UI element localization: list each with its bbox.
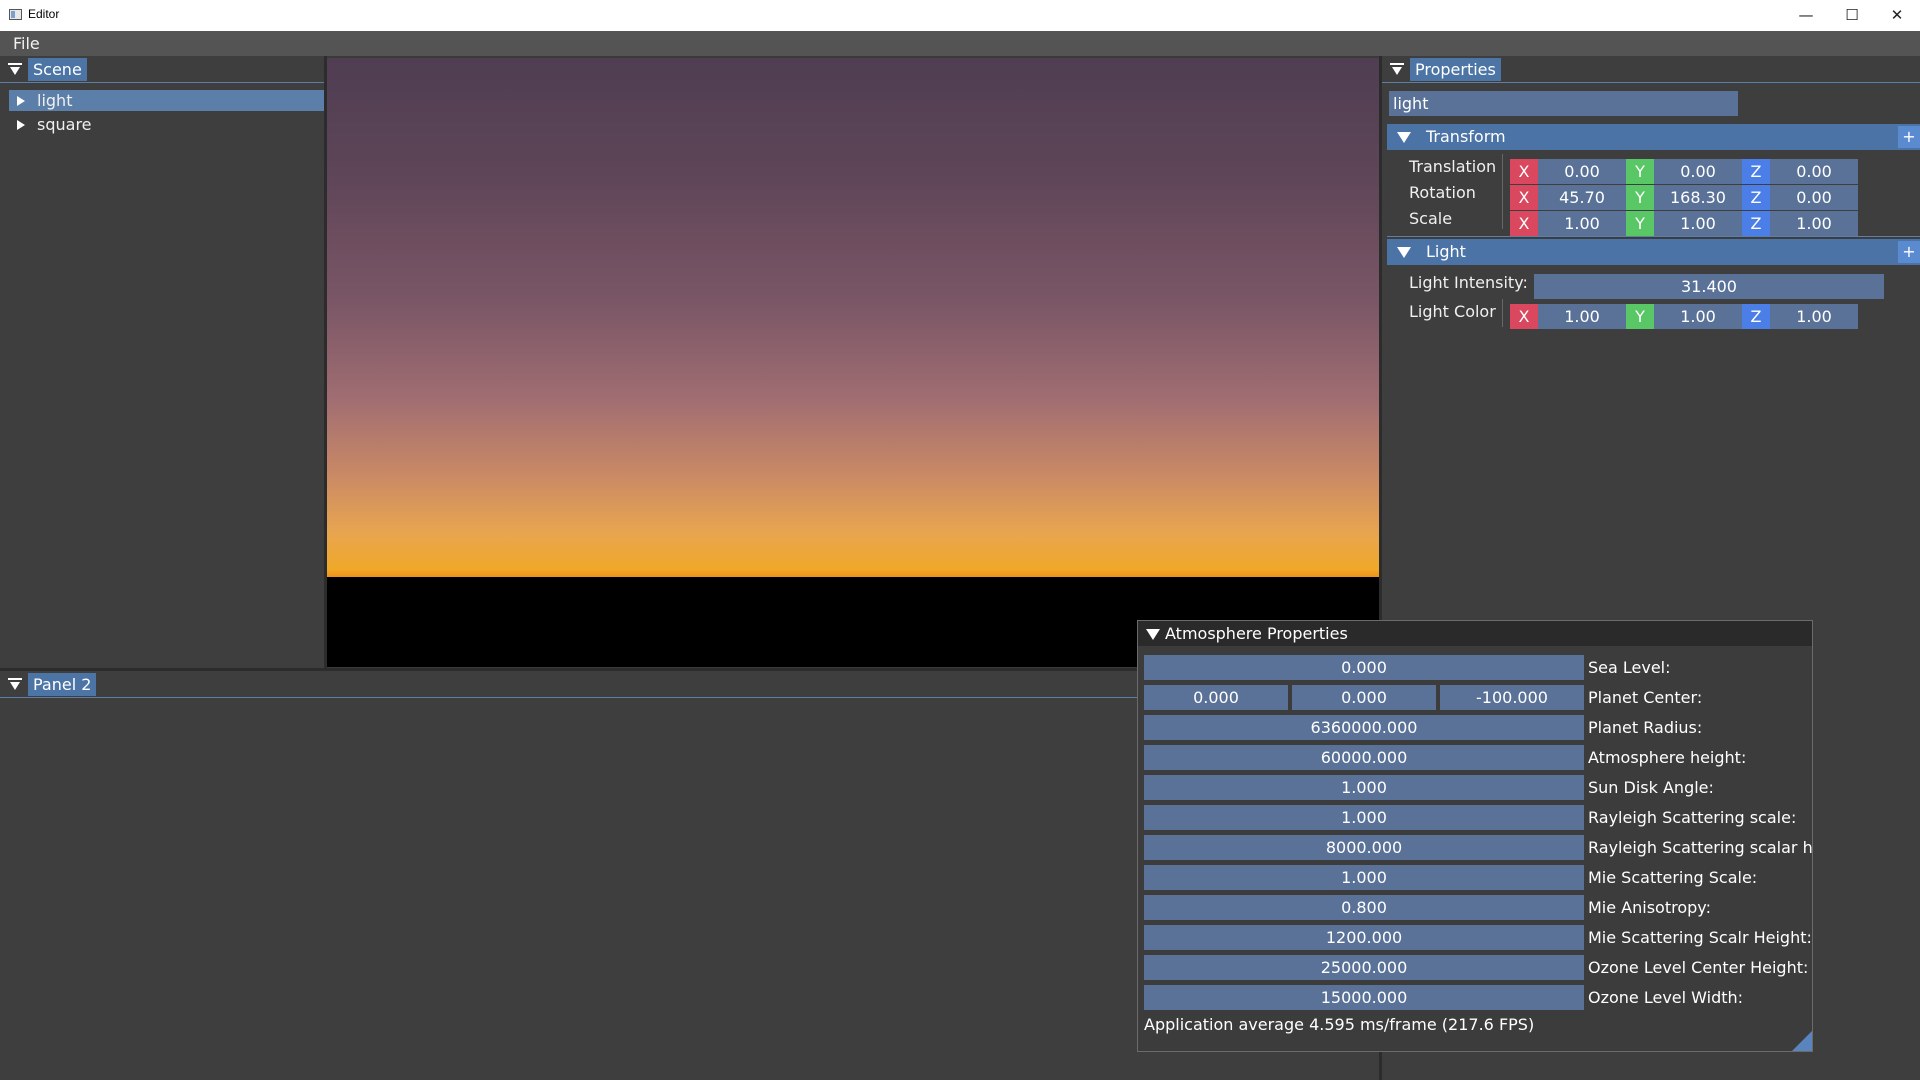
atmosphere-height-label: Atmosphere height: — [1588, 748, 1747, 767]
axis-y-label: Y — [1626, 185, 1654, 210]
mie-height-field[interactable]: 1200.000 — [1144, 925, 1584, 950]
light-intensity-label: Light Intensity: — [1409, 273, 1528, 292]
atmosphere-window-title: Atmosphere Properties — [1165, 624, 1348, 643]
properties-tab-bar: Properties — [1382, 56, 1920, 83]
collapse-menu-icon[interactable] — [8, 678, 23, 692]
axis-y-label: Y — [1626, 304, 1654, 329]
light-color-label: Light Color — [1409, 302, 1496, 321]
translation-x-field[interactable]: 0.00 — [1538, 159, 1626, 184]
light-color-g-field[interactable]: 1.00 — [1654, 304, 1742, 329]
ozone-width-field[interactable]: 15000.000 — [1144, 985, 1584, 1010]
sun-disk-angle-label: Sun Disk Angle: — [1588, 778, 1714, 797]
title-bar: Editor — ☐ ✕ — [0, 0, 1920, 31]
transform-header-label: Transform — [1426, 127, 1506, 146]
axis-y-label: Y — [1626, 159, 1654, 184]
mie-height-label: Mie Scattering Scalr Height: — [1588, 928, 1812, 947]
rayleigh-scale-field[interactable]: 1.000 — [1144, 805, 1584, 830]
axis-z-label: Z — [1742, 304, 1770, 329]
render-viewport[interactable] — [327, 58, 1379, 667]
scale-z-field[interactable]: 1.00 — [1770, 211, 1858, 236]
light-color-b-field[interactable]: 1.00 — [1770, 304, 1858, 329]
scale-y-field[interactable]: 1.00 — [1654, 211, 1742, 236]
axis-z-label: Z — [1742, 211, 1770, 236]
menu-bar: File — [0, 31, 1920, 56]
collapse-menu-icon[interactable] — [1390, 63, 1405, 77]
rayleigh-scale-label: Rayleigh Scattering scale: — [1588, 808, 1797, 827]
scene-panel: Scene light square — [0, 56, 343, 668]
axis-z-label: Z — [1742, 185, 1770, 210]
rotation-y-field[interactable]: 168.30 — [1654, 185, 1742, 210]
sea-level-label: Sea Level: — [1588, 658, 1671, 677]
atmosphere-height-field[interactable]: 60000.000 — [1144, 745, 1584, 770]
axis-z-label: Z — [1742, 159, 1770, 184]
translation-z-field[interactable]: 0.00 — [1770, 159, 1858, 184]
minimize-button[interactable]: — — [1783, 0, 1829, 31]
window-title: Editor — [28, 7, 60, 21]
light-header-label: Light — [1426, 242, 1466, 261]
scene-tab-bar: Scene — [0, 56, 325, 83]
transform-header[interactable]: Transform + — [1387, 124, 1920, 150]
ozone-width-label: Ozone Level Width: — [1588, 988, 1744, 1007]
add-component-button[interactable]: + — [1898, 126, 1920, 148]
expand-arrow-icon[interactable] — [17, 96, 25, 106]
light-color-r-field[interactable]: 1.00 — [1538, 304, 1626, 329]
sun-disk-angle-field[interactable]: 1.000 — [1144, 775, 1584, 800]
fps-readout: Application average 4.595 ms/frame (217.… — [1144, 1015, 1535, 1034]
planet-center-label: Planet Center: — [1588, 688, 1703, 707]
mie-scale-field[interactable]: 1.000 — [1144, 865, 1584, 890]
add-component-button[interactable]: + — [1898, 241, 1920, 263]
axis-x-label: X — [1510, 159, 1538, 184]
column-divider — [1502, 154, 1503, 229]
translation-label: Translation — [1409, 157, 1497, 176]
resize-grip-icon[interactable] — [1792, 1031, 1812, 1051]
axis-x-label: X — [1510, 185, 1538, 210]
column-divider — [1502, 299, 1503, 327]
mie-scale-label: Mie Scattering Scale: — [1588, 868, 1758, 887]
planet-radius-label: Planet Radius: — [1588, 718, 1703, 737]
axis-x-label: X — [1510, 304, 1538, 329]
rotation-label: Rotation — [1409, 183, 1476, 202]
atmosphere-properties-window: Atmosphere Properties 0.000 Sea Level: 0… — [1137, 620, 1813, 1052]
ozone-center-height-field[interactable]: 25000.000 — [1144, 955, 1584, 980]
collapse-arrow-icon — [1397, 247, 1411, 258]
rotation-x-field[interactable]: 45.70 — [1538, 185, 1626, 210]
collapse-arrow-icon[interactable] — [1146, 629, 1160, 640]
axis-y-label: Y — [1626, 211, 1654, 236]
translation-y-field[interactable]: 0.00 — [1654, 159, 1742, 184]
planet-center-z-field[interactable]: -100.000 — [1440, 685, 1584, 710]
planet-center-x-field[interactable]: 0.000 — [1144, 685, 1288, 710]
close-button[interactable]: ✕ — [1874, 0, 1920, 31]
tree-item-square[interactable]: square — [9, 114, 343, 135]
section-divider — [1387, 236, 1920, 237]
scale-label: Scale — [1409, 209, 1453, 228]
menu-file[interactable]: File — [13, 34, 40, 53]
collapse-menu-icon[interactable] — [8, 63, 23, 77]
rayleigh-height-label: Rayleigh Scattering scalar hei — [1588, 838, 1812, 857]
ozone-center-height-label: Ozone Level Center Height: — [1588, 958, 1809, 977]
light-intensity-field[interactable]: 31.400 — [1534, 274, 1884, 299]
axis-x-label: X — [1510, 211, 1538, 236]
collapse-arrow-icon — [1397, 132, 1411, 143]
tab-panel-2[interactable]: Panel 2 — [28, 673, 97, 696]
app-icon — [9, 9, 22, 20]
tree-item-light[interactable]: light — [9, 90, 343, 111]
scale-x-field[interactable]: 1.00 — [1538, 211, 1626, 236]
atmosphere-window-titlebar[interactable]: Atmosphere Properties — [1138, 621, 1812, 646]
rotation-z-field[interactable]: 0.00 — [1770, 185, 1858, 210]
mie-anisotropy-label: Mie Anisotropy: — [1588, 898, 1711, 917]
entity-name-input[interactable]: light — [1389, 91, 1738, 116]
tab-properties[interactable]: Properties — [1410, 58, 1501, 81]
expand-arrow-icon[interactable] — [17, 120, 25, 130]
tree-item-label: square — [37, 115, 92, 134]
maximize-button[interactable]: ☐ — [1829, 0, 1875, 31]
sea-level-field[interactable]: 0.000 — [1144, 655, 1584, 680]
tree-item-label: light — [37, 91, 73, 110]
rayleigh-height-field[interactable]: 8000.000 — [1144, 835, 1584, 860]
planet-center-y-field[interactable]: 0.000 — [1292, 685, 1436, 710]
tab-scene[interactable]: Scene — [28, 58, 87, 81]
planet-radius-field[interactable]: 6360000.000 — [1144, 715, 1584, 740]
light-header[interactable]: Light + — [1387, 239, 1920, 265]
mie-anisotropy-field[interactable]: 0.800 — [1144, 895, 1584, 920]
